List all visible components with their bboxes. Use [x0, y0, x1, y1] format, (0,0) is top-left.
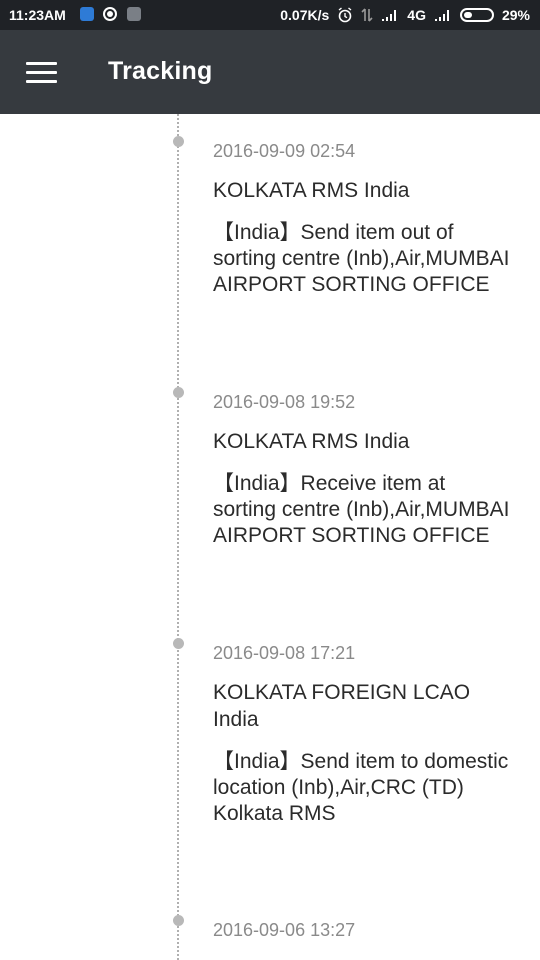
timeline-line [177, 114, 179, 960]
battery-icon [459, 8, 494, 22]
event-description: 【India】Send item out of sorting centre (… [213, 221, 510, 296]
event-location: KOLKATA RMS India [213, 179, 410, 202]
event-time: 2016-09-09 02:54 [213, 141, 356, 161]
timeline-dot [173, 136, 184, 147]
event-time: 2016-09-08 19:52 [213, 392, 356, 412]
screenshot-app-icon [127, 7, 141, 21]
battery-percent: 29% [501, 7, 530, 23]
alarm-icon [337, 7, 353, 23]
event-location: KOLKATA RMS India [213, 430, 410, 453]
signal-icon-2 [434, 8, 452, 22]
app-bar: Tracking [0, 30, 540, 114]
signal-icon [381, 8, 399, 22]
event-location: KOLKATA FOREIGN LCAO India [213, 681, 471, 731]
status-right-group: 0.07K/s 4G 29% [280, 7, 530, 23]
data-arrows-icon [361, 7, 373, 23]
hamburger-menu-icon[interactable] [22, 56, 62, 88]
battery-fill [463, 12, 472, 18]
network-type: 4G [407, 7, 426, 23]
timeline-dot [173, 387, 184, 398]
notification-app-icon [80, 7, 94, 21]
status-time: 11:23AM [9, 7, 66, 23]
timeline-dot [173, 638, 184, 649]
network-speed: 0.07K/s [280, 7, 330, 23]
event-time: 2016-09-06 13:27 [213, 920, 356, 940]
status-bar: 11:23AM 0.07K/s 4G 29% [0, 0, 540, 30]
timeline-dot [173, 915, 184, 926]
tracking-timeline[interactable]: 2016-09-09 02:54 KOLKATA RMS India 【Indi… [0, 114, 540, 960]
event-description: 【India】Receive item at sorting centre (I… [213, 472, 510, 547]
page-title: Tracking [108, 57, 213, 85]
event-time: 2016-09-08 17:21 [213, 643, 356, 663]
whatsapp-icon [103, 7, 117, 21]
event-description: 【India】Send item to domestic location (I… [213, 750, 509, 825]
